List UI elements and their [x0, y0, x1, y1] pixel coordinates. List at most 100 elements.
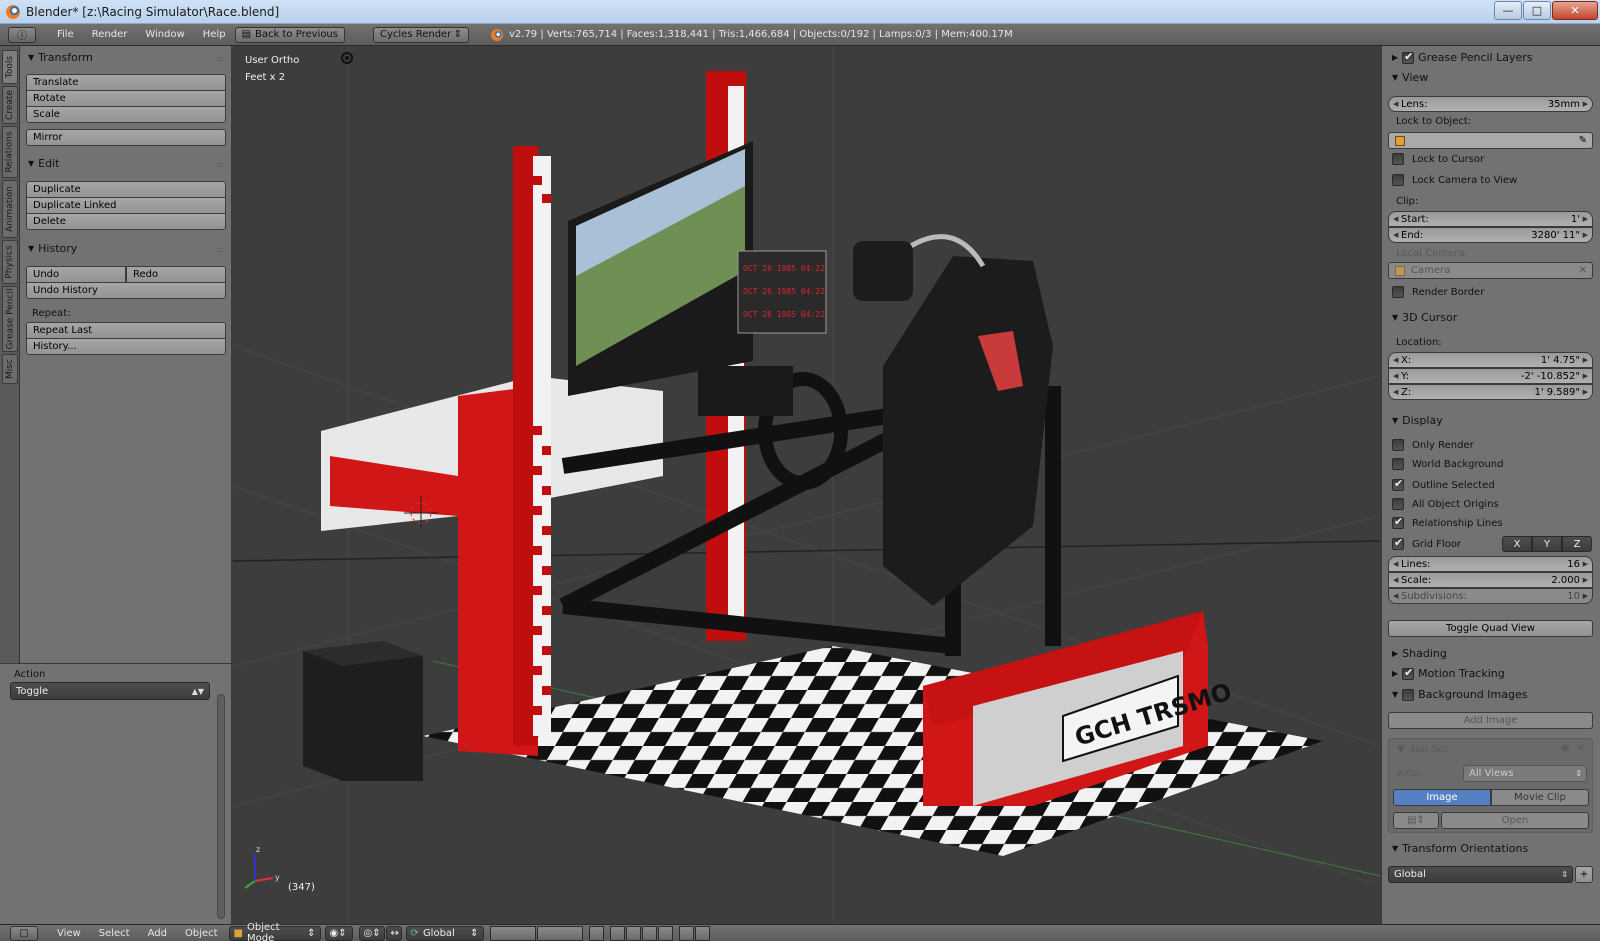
collapse-icon[interactable]: ▼ — [1397, 744, 1405, 755]
outline-selected-checkbox[interactable] — [1392, 477, 1404, 491]
grid-scale-field[interactable]: ◀ Scale: 2.000 ▶ — [1388, 572, 1593, 588]
clear-icon[interactable]: ✕ — [1579, 265, 1587, 276]
motion-tracking-checkbox[interactable] — [1402, 666, 1415, 680]
translate-button[interactable]: Translate — [26, 74, 226, 91]
minimize-button[interactable]: — — [1494, 1, 1522, 20]
repeat-last-button[interactable]: Repeat Last — [26, 322, 226, 339]
tab-physics[interactable]: Physics — [2, 240, 18, 284]
viewport-editor-type-icon[interactable]: ▢ — [10, 925, 38, 941]
delete-button[interactable]: Delete — [26, 213, 226, 230]
orientation-select[interactable]: Global ⇕ — [1388, 866, 1573, 883]
panel-history-header[interactable]: ▼ History — [28, 242, 77, 255]
panel-grease-pencil-header[interactable]: ▶Grease Pencil Layers — [1392, 50, 1533, 65]
lock-layers-icon[interactable] — [588, 925, 604, 941]
panel-view-header[interactable]: ▼ View — [1392, 71, 1428, 84]
viewport-shading-icon[interactable]: ◉⇕ — [324, 925, 353, 941]
menu-object[interactable]: Object — [176, 928, 227, 939]
panel-display-header[interactable]: ▼ Display — [1392, 414, 1443, 427]
relationship-lines-checkbox[interactable] — [1392, 515, 1404, 529]
all-object-origins-option[interactable]: All Object Origins — [1392, 498, 1499, 510]
render-border-checkbox[interactable] — [1392, 286, 1404, 298]
back-to-previous-button[interactable]: ▤ Back to Previous — [234, 26, 345, 43]
grease-pencil-checkbox[interactable] — [1402, 50, 1415, 64]
scale-button[interactable]: Scale — [26, 106, 226, 123]
world-background-option[interactable]: World Background — [1392, 458, 1504, 470]
lock-to-cursor-option[interactable]: Lock to Cursor — [1392, 153, 1484, 165]
tab-create[interactable]: Create — [2, 86, 18, 124]
maximize-button[interactable]: □ — [1523, 1, 1551, 20]
image-browse-icon[interactable]: ▤⇕ — [1393, 812, 1439, 829]
world-background-checkbox[interactable] — [1392, 458, 1404, 470]
only-render-checkbox[interactable] — [1392, 439, 1404, 451]
orientation-dropdown[interactable]: ⟳ Global ⇕ — [405, 925, 484, 941]
add-orientation-icon[interactable]: + — [1575, 866, 1593, 883]
tab-animation[interactable]: Animation — [2, 180, 18, 238]
panel-grip-icon[interactable]: :::: — [216, 245, 224, 254]
pivot-point-icon[interactable]: ◎⇕ — [358, 925, 385, 941]
grid-lines-field[interactable]: ◀ Lines: 16 ▶ — [1388, 556, 1593, 572]
menu-render[interactable]: Render — [83, 29, 137, 40]
lock-camera-checkbox[interactable] — [1392, 174, 1404, 186]
3d-viewport[interactable]: OCT 26 1985 04:22 OCT 26 1985 04:22 OCT … — [233, 46, 1380, 924]
panel-edit-header[interactable]: ▼ Edit — [28, 157, 59, 170]
grid-floor-checkbox[interactable] — [1392, 536, 1404, 550]
only-render-option[interactable]: Only Render — [1392, 439, 1474, 451]
menu-view[interactable]: View — [48, 928, 90, 939]
undo-history-button[interactable]: Undo History — [26, 282, 226, 299]
operator-scrollbar[interactable] — [217, 694, 225, 919]
cursor-x-field[interactable]: ◀ X: 1' 4.75" ▶ — [1388, 352, 1593, 368]
menu-window[interactable]: Window — [136, 29, 193, 40]
open-image-button[interactable]: Open — [1441, 812, 1589, 829]
layers-grid-icon-2[interactable] — [536, 925, 583, 941]
tab-misc[interactable]: Misc — [2, 354, 18, 384]
lens-field[interactable]: ◀ Lens: 35mm ▶ — [1388, 96, 1593, 112]
close-button[interactable]: ✕ — [1552, 1, 1598, 20]
render-engine-select[interactable]: Cycles Render ⇕ — [372, 26, 469, 43]
cursor-y-field[interactable]: ◀ Y: -2' -10.852" ▶ — [1388, 368, 1593, 384]
redo-button[interactable]: Redo — [126, 266, 226, 283]
mode-select[interactable]: ■ Object Mode ⇕ — [228, 922, 321, 941]
tab-tools[interactable]: Tools — [2, 50, 18, 84]
lock-to-cursor-checkbox[interactable] — [1392, 153, 1404, 165]
visibility-eye-icon[interactable]: ◉ — [1561, 743, 1570, 754]
panel-3d-cursor-header[interactable]: ▼ 3D Cursor — [1392, 311, 1457, 324]
panel-grip-icon[interactable]: :::: — [216, 160, 224, 169]
lock-camera-option[interactable]: Lock Camera to View — [1392, 174, 1517, 186]
axis-select[interactable]: All Views ⇕ — [1463, 765, 1587, 782]
panel-grip-icon[interactable]: :::: — [216, 54, 224, 63]
movie-clip-tab[interactable]: Movie Clip — [1491, 789, 1589, 806]
cursor-z-field[interactable]: ◀ Z: 1' 9.589" ▶ — [1388, 384, 1593, 400]
grid-axis-y-button[interactable]: Y — [1532, 536, 1562, 552]
lock-object-field[interactable]: ✎ — [1388, 132, 1593, 149]
add-image-button[interactable]: Add Image — [1388, 712, 1593, 729]
layers-grid-icon[interactable] — [489, 925, 536, 941]
all-object-origins-checkbox[interactable] — [1392, 498, 1404, 510]
grid-axis-z-button[interactable]: Z — [1562, 536, 1592, 552]
duplicate-button[interactable]: Duplicate — [26, 181, 226, 198]
snap-element-icon[interactable] — [641, 925, 657, 941]
snap-target-icon[interactable] — [657, 925, 673, 941]
duplicate-linked-button[interactable]: Duplicate Linked — [26, 197, 226, 214]
render-border-option[interactable]: Render Border — [1392, 286, 1484, 298]
menu-select[interactable]: Select — [90, 928, 139, 939]
menu-add[interactable]: Add — [139, 928, 176, 939]
image-tab[interactable]: Image — [1393, 789, 1491, 806]
panel-shading-header[interactable]: ▶ Shading — [1392, 647, 1447, 660]
panel-transform-orientations-header[interactable]: ▼ Transform Orientations — [1392, 842, 1528, 855]
tab-relations[interactable]: Relations — [2, 126, 18, 178]
repeat-history-button[interactable]: History... — [26, 338, 226, 355]
grid-subdivisions-field[interactable]: ◀ Subdivisions: 10 ▶ — [1388, 588, 1593, 604]
action-select[interactable]: Toggle ▲▼ — [10, 682, 210, 700]
render-anim-icon[interactable] — [694, 925, 710, 941]
snap-toggle-icon[interactable] — [625, 925, 641, 941]
relationship-lines-option[interactable]: Relationship Lines — [1392, 515, 1503, 529]
grid-floor-option[interactable]: Grid Floor — [1392, 536, 1461, 550]
proportional-edit-icon[interactable] — [609, 925, 625, 941]
panel-background-images-header[interactable]: ▼ Background Images — [1392, 688, 1527, 701]
clip-end-field[interactable]: ◀ End: 3280' 11" ▶ — [1388, 227, 1593, 243]
clip-start-field[interactable]: ◀ Start: 1' ▶ — [1388, 211, 1593, 227]
grid-axis-x-button[interactable]: X — [1502, 536, 1532, 552]
outline-selected-option[interactable]: Outline Selected — [1392, 477, 1495, 491]
eyedropper-icon[interactable]: ✎ — [1579, 135, 1587, 146]
panel-motion-tracking-header[interactable]: ▶Motion Tracking — [1392, 666, 1505, 681]
